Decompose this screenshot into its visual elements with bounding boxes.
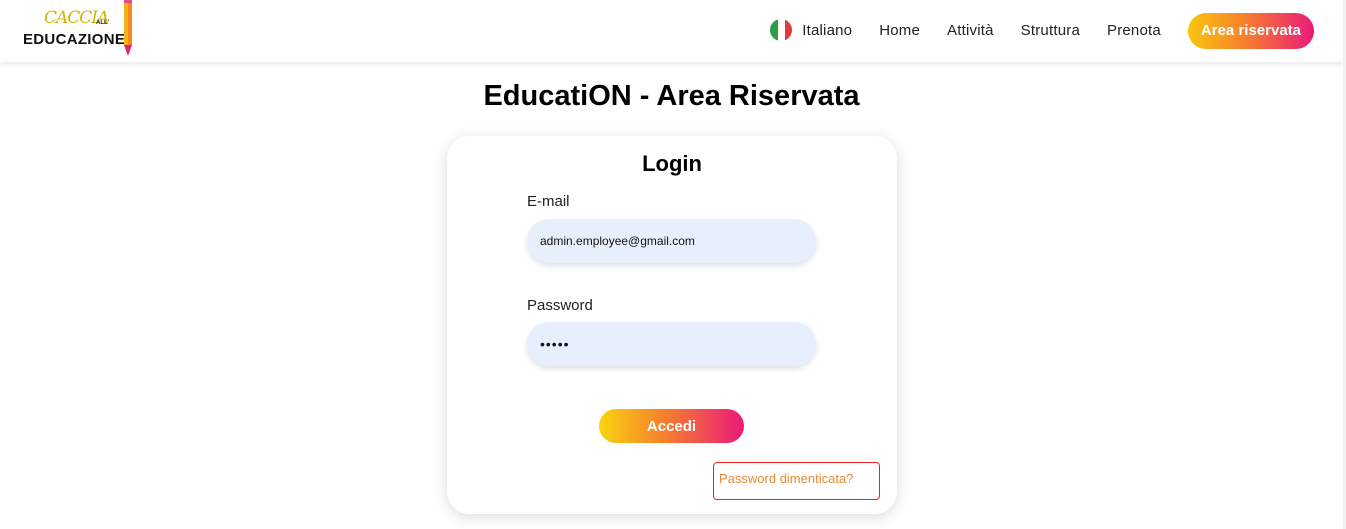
- login-title: Login: [642, 151, 702, 176]
- language-selector[interactable]: Italiano: [802, 22, 852, 39]
- email-field[interactable]: [527, 219, 816, 263]
- nav-item-struttura[interactable]: Struttura: [1021, 22, 1080, 39]
- site-header: CACCIA ALL' EDUCAZIONE Italiano Home Att…: [0, 0, 1346, 62]
- nav-item-prenota[interactable]: Prenota: [1107, 22, 1161, 39]
- email-label: E-mail: [527, 193, 570, 210]
- password-label: Password: [527, 297, 593, 314]
- nav-item-home[interactable]: Home: [879, 22, 920, 39]
- main-nav: Italiano Home Attività Struttura Prenota…: [770, 12, 1314, 49]
- area-riservata-button[interactable]: Area riservata: [1187, 12, 1314, 49]
- password-field[interactable]: [527, 322, 816, 366]
- pencil-icon: [124, 0, 132, 56]
- forgot-password-link[interactable]: Password dimenticata?: [719, 471, 853, 486]
- login-card: Login E-mail Password Accedi Password di…: [447, 136, 897, 514]
- nav-item-attivita[interactable]: Attività: [947, 22, 994, 39]
- page-title: EducatiON - Area Riservata: [483, 80, 860, 112]
- italy-flag-icon[interactable]: [770, 19, 793, 41]
- login-button[interactable]: Accedi: [599, 409, 744, 443]
- logo-text-all: ALL': [96, 20, 110, 26]
- logo-text-bottom: EDUCAZIONE: [23, 31, 126, 48]
- site-logo[interactable]: CACCIA ALL' EDUCAZIONE: [22, 0, 140, 58]
